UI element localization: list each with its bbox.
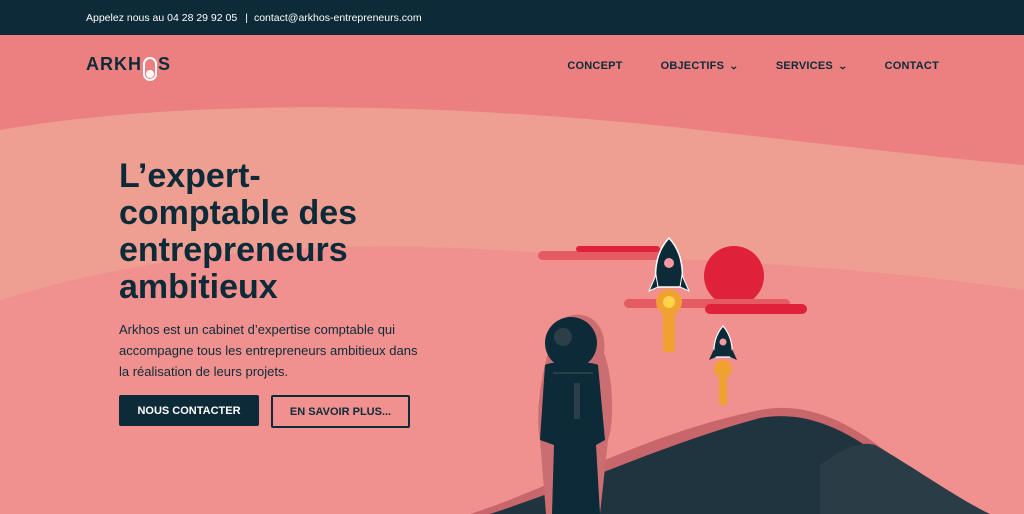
hero-title-line-3: entrepreneurs bbox=[119, 231, 348, 269]
learn-more-button[interactable]: EN SAVOIR PLUS... bbox=[271, 395, 410, 428]
streak-1 bbox=[538, 251, 668, 260]
sun-shape bbox=[704, 246, 764, 306]
nav-item-concept[interactable]: CONCEPT bbox=[567, 60, 622, 72]
top-contact-bar: Appelez nous au 04 28 29 92 05 | contact… bbox=[0, 0, 1024, 35]
logo-toggle-icon bbox=[143, 57, 157, 81]
chevron-down-icon: ⌄ bbox=[837, 60, 848, 71]
nav-item-services[interactable]: SERVICES ⌄ bbox=[775, 60, 848, 72]
brand-logo[interactable]: ARKH S bbox=[86, 52, 172, 81]
hero-description: Arkhos est un cabinet d’expertise compta… bbox=[119, 322, 418, 379]
nav-item-contact[interactable]: CONTACT bbox=[885, 60, 939, 72]
nav-label-concept: CONCEPT bbox=[567, 60, 623, 72]
email-link[interactable]: contact@arkhos-entrepreneurs.com bbox=[254, 12, 422, 24]
hero-title-line-2: comptable des bbox=[119, 194, 358, 232]
hero-section: ARKH S CONCEPT OBJECTIFS ⌄ SERVICES ⌄ CO… bbox=[0, 35, 1024, 514]
topbar-separator: | bbox=[245, 11, 248, 24]
hero-title-line-4: ambitieux bbox=[119, 268, 278, 306]
hero-title: L’expert- comptable des entrepreneurs am… bbox=[119, 158, 419, 306]
main-nav: CONCEPT OBJECTIFS ⌄ SERVICES ⌄ CONTACT bbox=[529, 60, 939, 72]
nav-label-contact: CONTACT bbox=[884, 60, 939, 72]
astronaut bbox=[538, 314, 613, 514]
nav-label-objectifs: OBJECTIFS bbox=[660, 60, 725, 72]
phone-text[interactable]: Appelez nous au 04 28 29 92 05 bbox=[86, 12, 237, 24]
contact-button[interactable]: NOUS CONTACTER bbox=[119, 395, 259, 426]
nav-label-services: SERVICES bbox=[775, 60, 833, 72]
logo-text-left: ARKH bbox=[86, 53, 142, 74]
chevron-down-icon: ⌄ bbox=[728, 60, 740, 71]
streak-4 bbox=[705, 304, 807, 314]
hero-title-line-1: L’expert- bbox=[119, 157, 261, 195]
streak-2 bbox=[576, 246, 660, 252]
nav-item-objectifs[interactable]: OBJECTIFS ⌄ bbox=[660, 60, 740, 72]
logo-text-right: S bbox=[158, 53, 172, 74]
